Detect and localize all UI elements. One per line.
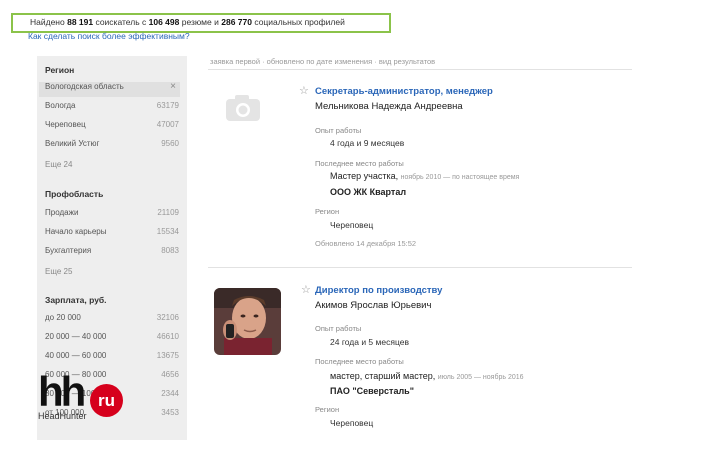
- filter-item-salary-3[interactable]: 40 000 — 60 000 13675: [45, 351, 179, 366]
- filter-item-cherepovets[interactable]: Череповец 47007: [45, 120, 179, 135]
- filter-item-count: 46610: [156, 332, 179, 341]
- last-job-label: Последнее место работы: [315, 159, 404, 168]
- resumes-count: 106 498: [148, 17, 180, 27]
- candidate-photo[interactable]: [214, 288, 281, 355]
- filter-item-count: 8083: [161, 246, 179, 255]
- filter-region-selected[interactable]: Вологодская область ×: [39, 81, 180, 97]
- filter-item-label: Бухгалтерия: [45, 246, 92, 255]
- filter-item-career-start[interactable]: Начало карьеры 15534: [45, 227, 179, 242]
- experience-label: Опыт работы: [315, 324, 362, 333]
- filter-item-label: Великий Устюг: [45, 139, 100, 148]
- candidate-name: Акимов Ярослав Юрьевич: [315, 300, 432, 311]
- region-label: Регион: [315, 207, 340, 216]
- last-job-position: мастер, старший мастер, июль 2005 — нояб…: [330, 371, 524, 381]
- logo-hh-text: hh: [38, 368, 86, 415]
- filter-item-label: Вологда: [45, 101, 76, 110]
- updated-timestamp: Обновлено 14 декабря 15:52: [315, 239, 417, 248]
- filter-item-count: 32106: [156, 313, 179, 322]
- filter-item-count: 15534: [156, 227, 179, 236]
- filter-item-count: 9560: [161, 139, 179, 148]
- experience-label: Опыт работы: [315, 126, 362, 135]
- resumes-label: резюме и: [181, 17, 219, 27]
- filter-item-sales[interactable]: Продажи 21109: [45, 208, 179, 223]
- filter-item-label: до 20 000: [45, 313, 81, 322]
- divider: [208, 69, 632, 70]
- region-value: Череповец: [330, 220, 374, 230]
- position-text: Мастер участка,: [330, 171, 399, 181]
- filter-profarea-more-link[interactable]: Еще 25: [45, 267, 72, 276]
- filter-item-count: 13675: [156, 351, 179, 360]
- job-dates: ноябрь 2010 — по настоящее время: [400, 174, 520, 181]
- resume-title-link[interactable]: Секретарь-администратор, менеджер: [315, 86, 493, 97]
- filter-item-salary-1[interactable]: до 20 000 32106: [45, 313, 179, 328]
- filter-item-count: 21109: [157, 208, 179, 217]
- profiles-label: социальных профилей: [254, 17, 345, 27]
- summary-prefix: Найдено: [30, 17, 65, 27]
- filter-item-label: 20 000 — 40 000: [45, 332, 107, 341]
- region-label: Регион: [315, 405, 340, 414]
- filter-item-count: 63179: [156, 101, 179, 110]
- company-name: ООО ЖК Квартал: [330, 187, 407, 197]
- experience-value: 4 года и 9 месяцев: [330, 138, 405, 148]
- region-value: Череповец: [330, 418, 374, 428]
- filter-item-count: 47007: [156, 120, 179, 129]
- filter-item-count: 2344: [161, 389, 179, 398]
- headhunter-logo: hh ru HeadHunter: [38, 368, 138, 422]
- search-tips-link[interactable]: Как сделать поиск более эффективным?: [28, 31, 190, 41]
- filter-item-label: Продажи: [45, 208, 79, 217]
- filter-item-count: 3453: [161, 408, 179, 417]
- company-name: ПАО "Северсталь": [330, 386, 414, 396]
- filter-item-label: Вологодская область: [45, 82, 124, 91]
- filter-item-label: 40 000 — 60 000: [45, 351, 107, 360]
- close-icon[interactable]: ×: [170, 81, 176, 92]
- filter-title-region: Регион: [45, 65, 75, 75]
- filter-item-vologda[interactable]: Вологда 63179: [45, 101, 179, 116]
- filter-region-more-link[interactable]: Еще 24: [45, 160, 72, 169]
- logo-ru-badge: ru: [90, 384, 123, 417]
- filter-title-profarea: Профобласть: [45, 189, 104, 199]
- candidate-name: Мельникова Надежда Андреевна: [315, 101, 463, 112]
- sort-bar[interactable]: заявка первой · обновлено по дате измене…: [210, 57, 435, 66]
- star-icon[interactable]: ☆: [301, 283, 311, 296]
- filter-item-salary-2[interactable]: 20 000 — 40 000 46610: [45, 332, 179, 347]
- star-icon[interactable]: ☆: [299, 84, 309, 97]
- resume-title-link[interactable]: Директор по производству: [315, 285, 442, 296]
- filter-item-velikiy-ustyug[interactable]: Великий Устюг 9560: [45, 139, 179, 154]
- experience-value: 24 года и 5 месяцев: [330, 337, 409, 347]
- last-job-position: Мастер участка, ноябрь 2010 — по настоящ…: [330, 171, 519, 181]
- filter-item-label: Начало карьеры: [45, 227, 107, 236]
- seekers-count: 88 191: [67, 17, 94, 27]
- seekers-label: соискатель с: [95, 17, 147, 27]
- filter-item-accounting[interactable]: Бухгалтерия 8083: [45, 246, 179, 261]
- search-summary: Найдено 88 191 соискатель с 106 498 резю…: [11, 13, 391, 33]
- last-job-label: Последнее место работы: [315, 357, 404, 366]
- profiles-count: 286 770: [221, 17, 252, 27]
- position-text: мастер, старший мастер,: [330, 371, 436, 381]
- job-dates: июль 2005 — ноябрь 2016: [437, 374, 524, 381]
- divider: [208, 267, 632, 268]
- filter-title-salary: Зарплата, руб.: [45, 295, 107, 305]
- filter-item-count: 4656: [161, 370, 179, 379]
- filter-item-label: Череповец: [45, 120, 86, 129]
- photo-placeholder-icon: [213, 86, 273, 131]
- logo-subtitle: HeadHunter: [38, 411, 87, 421]
